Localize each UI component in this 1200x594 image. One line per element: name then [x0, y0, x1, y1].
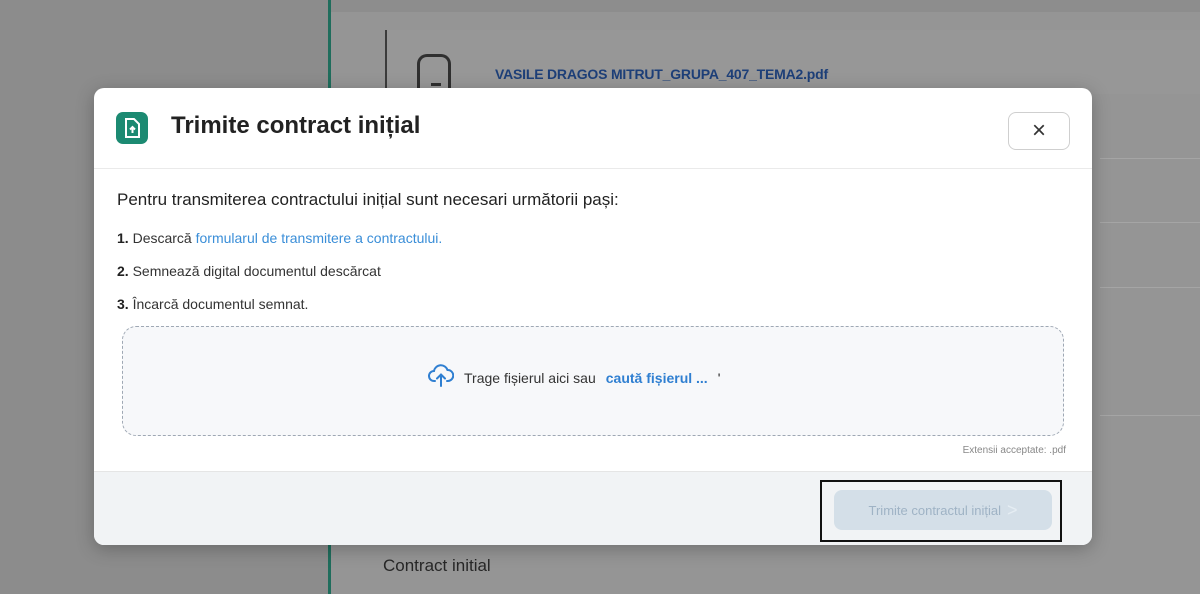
background-divider	[1100, 415, 1200, 416]
close-button[interactable]: ×	[1008, 112, 1070, 150]
step-1: 1. Descarcă formularul de transmitere a …	[117, 230, 442, 246]
dropzone-content: Trage fișierul aici sau caută fișierul .…	[428, 364, 720, 391]
arrow-right-icon: >	[1006, 499, 1018, 520]
instructions-intro: Pentru transmiterea contractului inițial…	[117, 190, 619, 209]
cloud-upload-icon	[428, 364, 455, 391]
step-3: 3. Încarcă documentul semnat.	[117, 296, 308, 312]
submit-contract-button[interactable]: Trimite contractul inițial >	[834, 490, 1052, 530]
step-text: Semnează digital documentul descărcat	[132, 263, 381, 279]
send-contract-modal: Trimite contract inițial × Pentru transm…	[94, 88, 1092, 545]
dropzone-marker: '	[717, 369, 721, 386]
accepted-extensions-note: Extensii acceptate: .pdf	[962, 445, 1066, 456]
step-2: 2. Semnează digital documentul descărcat	[117, 263, 381, 279]
file-dropzone[interactable]: Trage fișierul aici sau caută fișierul .…	[122, 326, 1064, 436]
step-text: Descarcă	[132, 230, 196, 246]
background-file-card	[385, 30, 1200, 94]
modal-header: Trimite contract inițial ×	[94, 88, 1092, 169]
step-text: Încarcă documentul semnat.	[132, 296, 309, 312]
background-top-strip	[331, 0, 1200, 12]
step-number: 3.	[117, 296, 129, 312]
download-form-link[interactable]: formularul de transmitere a contractului…	[196, 230, 443, 246]
step-number: 2.	[117, 263, 129, 279]
document-upload-icon	[116, 112, 148, 144]
dropzone-text: Trage fișierul aici sau	[464, 369, 596, 386]
submit-label: Trimite contractul inițial	[868, 502, 1001, 518]
browse-file-link[interactable]: caută fișierul ...	[606, 370, 708, 386]
background-file-name[interactable]: VASILE DRAGOS MITRUT_GRUPA_407_TEMA2.pdf	[495, 66, 828, 82]
background-divider	[1100, 287, 1200, 288]
background-divider	[1100, 158, 1200, 159]
step-number: 1.	[117, 230, 129, 246]
close-icon: ×	[1031, 117, 1046, 144]
background-divider	[1100, 222, 1200, 223]
modal-title: Trimite contract inițial	[171, 112, 421, 139]
background-section-label: Contract initial	[383, 556, 491, 575]
modal-footer: Trimite contractul inițial >	[94, 471, 1092, 545]
